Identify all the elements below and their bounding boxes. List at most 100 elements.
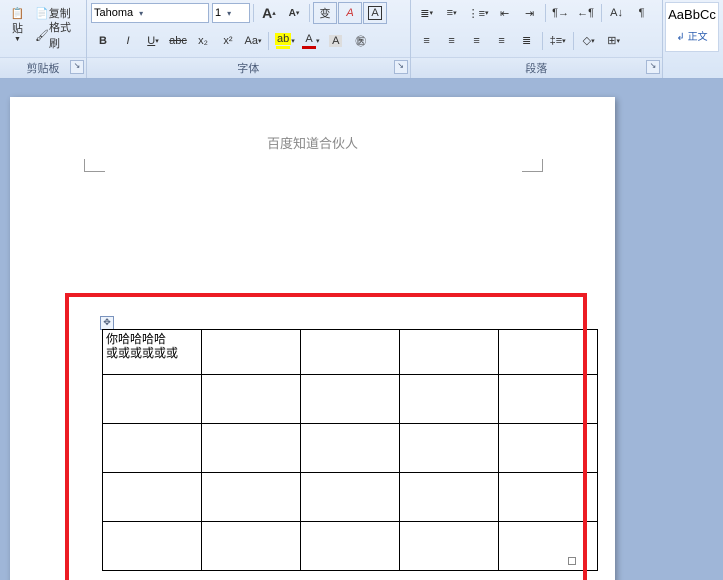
align-left-button[interactable]: ≡ [415,30,439,52]
numbering-button[interactable]: ≡▾ [440,2,464,24]
table-cell[interactable] [202,473,301,522]
underline-button[interactable]: U▾ [141,30,165,52]
table-cell[interactable] [103,522,202,571]
font-name-combo[interactable]: Tahoma ▾ [91,3,209,23]
multilevel-button[interactable]: ⋮≡▾ [465,2,492,24]
paste-button[interactable]: 📋 贴 ▼ [4,2,31,48]
bullets-button[interactable]: ≣▾ [415,2,439,24]
separator [309,4,310,22]
sort-icon: A↓ [610,7,623,19]
font-size-combo[interactable]: 1 ▾ [212,3,250,23]
table-cell[interactable] [499,424,598,473]
bucket-icon: ◇ [583,34,591,47]
highlight-button[interactable]: ab ▾ [272,30,298,52]
header-mark-right [522,159,543,172]
table-cell[interactable] [499,473,598,522]
table-cell[interactable] [499,330,598,375]
table-cell[interactable] [301,473,400,522]
paste-label: 贴 [12,20,23,36]
indent-icon: ⇥ [525,7,534,20]
group-label-font: 字体 ↘ [87,57,410,78]
table-cell[interactable] [202,330,301,375]
font-color-button[interactable]: A ▾ [299,30,323,52]
chevron-down-icon: ▾ [135,9,147,18]
table-cell[interactable] [301,522,400,571]
bold-button[interactable]: B [91,30,115,52]
brush-icon: 🖌 [35,29,49,42]
table-cell[interactable] [400,522,499,571]
increase-indent-button[interactable]: ⇥ [518,2,542,24]
group-clipboard: 📋 贴 ▼ 📄 复制 🖌 格式刷 剪贴板 ↘ [0,0,87,78]
table-cell[interactable]: 你哈哈哈哈 或或或或或或 [103,330,202,375]
font-size-value: 1 [215,7,221,19]
table-row [103,375,598,424]
shading-button[interactable]: ◇▾ [577,30,601,52]
table-cell[interactable] [103,375,202,424]
rtl-button[interactable]: ←¶ [574,2,598,24]
table-cell[interactable] [202,424,301,473]
border-icon: ⊞ [607,34,616,47]
italic-button[interactable]: I [116,30,140,52]
document-table[interactable]: 你哈哈哈哈 或或或或或或 [102,329,598,571]
format-painter-button[interactable]: 🖌 格式刷 [32,24,82,46]
table-cell[interactable] [301,330,400,375]
phonetic-guide-button[interactable]: 变 [313,2,337,24]
sort-button[interactable]: A↓ [605,2,629,24]
justify-button[interactable]: ≡ [490,30,514,52]
paragraph-launcher[interactable]: ↘ [646,60,660,74]
table-cell[interactable] [400,424,499,473]
shrink-font-button[interactable]: A▾ [282,2,306,24]
table-row: 你哈哈哈哈 或或或或或或 [103,330,598,375]
table-row [103,522,598,571]
multilevel-icon: ⋮≡ [468,7,485,20]
subscript-button[interactable]: x₂ [191,30,215,52]
line-spacing-button[interactable]: ‡≡▾ [546,30,570,52]
header-mark-left [84,159,105,172]
table-cell[interactable] [103,473,202,522]
table-cell[interactable] [400,375,499,424]
table-cell[interactable] [301,424,400,473]
page-header[interactable]: 百度知道合伙人 [10,133,615,152]
grow-font-button[interactable]: A▴ [257,2,281,24]
char-border-button[interactable]: A [363,2,387,24]
superscript-button[interactable]: x² [216,30,240,52]
table-cell[interactable] [202,375,301,424]
rtl-icon: ←¶ [577,7,594,19]
bullets-icon: ≣ [420,7,429,20]
table-cell[interactable] [301,375,400,424]
style-sample: AaBbCc [666,7,718,22]
table-cell[interactable] [499,522,598,571]
strike-button[interactable]: abc [166,30,190,52]
ltr-icon: ¶→ [552,7,569,19]
page[interactable]: 百度知道合伙人 ✥ 你哈哈哈哈 或或或或或或 [10,97,615,580]
distribute-button[interactable]: ≣ [515,30,539,52]
separator [573,32,574,50]
table-move-handle[interactable]: ✥ [100,316,114,330]
clear-format-button[interactable]: A [338,2,362,24]
align-center-button[interactable]: ≡ [440,30,464,52]
table-cell[interactable] [202,522,301,571]
outdent-icon: ⇤ [500,7,509,20]
table-cell[interactable] [499,375,598,424]
borders-button[interactable]: ⊞▾ [602,30,626,52]
enclose-char-button[interactable]: ㊩ [349,30,373,52]
table-cell[interactable] [400,330,499,375]
decrease-indent-button[interactable]: ⇤ [493,2,517,24]
char-shading-button[interactable]: A [324,30,348,52]
font-color-strip [302,46,316,49]
font-launcher[interactable]: ↘ [394,60,408,74]
group-paragraph: ≣▾ ≡▾ ⋮≡▾ ⇤ ⇥ ¶→ ←¶ A↓ ¶ ≡ ≡ ≡ ≡ ≣ ‡≡▾ ◇… [411,0,663,78]
highlight-color-strip [276,46,290,49]
table-resize-handle[interactable] [568,557,576,565]
clipboard-launcher[interactable]: ↘ [70,60,84,74]
show-marks-button[interactable]: ¶ [630,2,654,24]
justify-icon: ≡ [498,35,504,47]
align-center-icon: ≡ [448,35,454,47]
style-normal[interactable]: AaBbCc ↲ 正文 [665,2,719,52]
align-right-button[interactable]: ≡ [465,30,489,52]
ltr-button[interactable]: ¶→ [549,2,573,24]
table-cell[interactable] [103,424,202,473]
change-case-button[interactable]: Aa▾ [241,30,265,52]
paste-icon: 📋 [11,7,25,20]
table-cell[interactable] [400,473,499,522]
